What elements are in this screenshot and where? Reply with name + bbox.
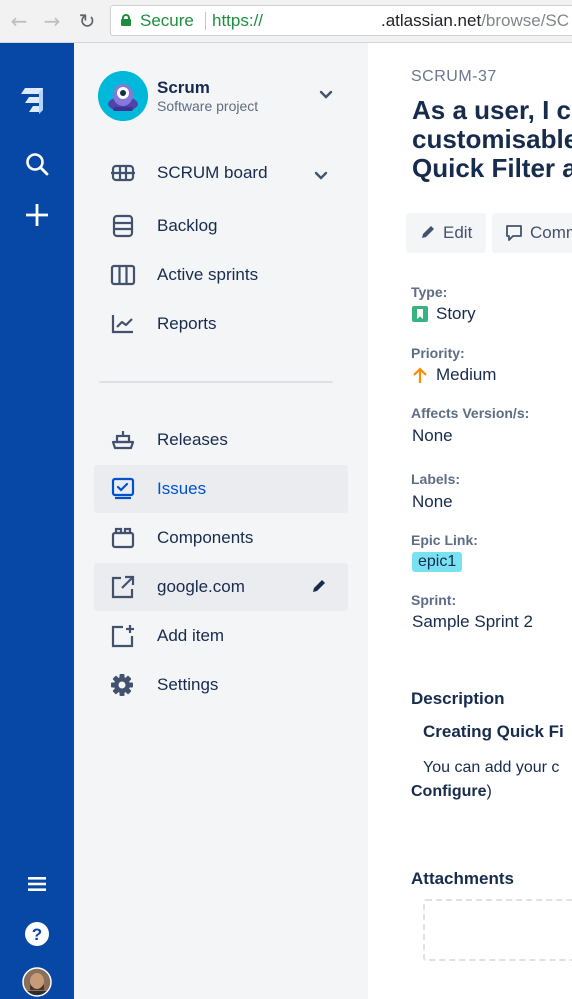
sidebar-item-backlog[interactable]: Backlog (94, 202, 348, 250)
svg-text:?: ? (32, 925, 42, 944)
sidebar-item-google-link[interactable]: google.com (94, 563, 348, 611)
comment-icon (505, 224, 523, 247)
comment-label: Comm (530, 223, 572, 242)
issue-title-line: Quick Filter a (412, 153, 572, 183)
affects-version-label: Affects Version/s: (411, 405, 530, 421)
settings-icon (110, 673, 136, 697)
description-heading: Description (411, 689, 505, 708)
search-icon[interactable] (0, 151, 74, 177)
sprint-label: Sprint: (411, 592, 457, 608)
sidebar-divider (99, 381, 333, 383)
type-value[interactable]: Story (412, 304, 476, 324)
sidebar-item-reports[interactable]: Reports (94, 300, 348, 348)
add-item-icon (110, 624, 136, 648)
priority-text: Medium (436, 365, 497, 384)
project-type: Software project (157, 98, 259, 114)
sidebar-item-label: Settings (157, 675, 219, 694)
sidebar-item-label: Add item (157, 626, 225, 645)
back-arrow-icon[interactable]: ← (7, 9, 31, 33)
issue-title-line: customisable (412, 124, 572, 154)
configure-link[interactable]: Configure (411, 783, 487, 800)
description-line: You can add your c (423, 759, 560, 776)
story-icon (412, 306, 428, 322)
sidebar-item-add-item[interactable]: Add item (94, 612, 348, 660)
attachments-heading: Attachments (411, 869, 514, 888)
issue-title[interactable]: As a user, I c customisable Quick Filter… (412, 96, 572, 183)
project-sidebar: Scrum Software project SCRUM board Backl… (74, 43, 368, 999)
sidebar-item-label: Releases (157, 430, 228, 449)
backlog-icon (110, 214, 136, 238)
type-text: Story (436, 304, 476, 323)
description-line: Configure) (411, 780, 492, 804)
url-divider (205, 12, 206, 30)
sidebar-item-label: Components (157, 528, 254, 547)
sprint-value[interactable]: Sample Sprint 2 (412, 612, 533, 632)
issue-title-line: As a user, I c (412, 95, 571, 125)
labels-label: Labels: (411, 471, 461, 487)
sidebar-item-components[interactable]: Components (94, 514, 348, 562)
sidebar-item-scrum-board[interactable]: SCRUM board (94, 149, 348, 197)
pencil-icon[interactable] (310, 577, 328, 600)
description-subheading: Creating Quick Fi (423, 722, 564, 741)
secure-label: Secure (140, 11, 194, 30)
create-icon[interactable] (0, 202, 74, 228)
sidebar-item-active-sprints[interactable]: Active sprints (94, 251, 348, 299)
labels-value[interactable]: None (412, 492, 453, 512)
sidebar-item-issues[interactable]: Issues (94, 465, 348, 513)
sidebar-item-settings[interactable]: Settings (94, 661, 348, 709)
sidebar-item-label: Issues (157, 479, 207, 498)
issue-key[interactable]: SCRUM-37 (411, 68, 497, 86)
chevron-down-icon[interactable] (314, 168, 328, 186)
sidebar-item-label: Backlog (157, 216, 218, 235)
sidebar-item-label: SCRUM board (157, 163, 268, 182)
affects-version-value[interactable]: None (412, 426, 453, 446)
edit-button[interactable]: Edit (406, 213, 486, 253)
sidebar-item-label: Active sprints (157, 265, 259, 284)
lock-icon (121, 14, 131, 26)
priority-value[interactable]: Medium (412, 365, 496, 385)
issues-icon (110, 477, 136, 501)
arrow-up-icon (412, 366, 428, 384)
sidebar-item-releases[interactable]: Releases (94, 416, 348, 464)
releases-icon (110, 428, 136, 452)
menu-icon[interactable] (0, 874, 74, 894)
forward-arrow-icon[interactable]: → (40, 9, 64, 33)
address-bar[interactable]: Secure https:// .atlassian.net/browse/SC (110, 5, 572, 36)
description-suffix: ) (486, 783, 492, 800)
chevron-down-icon[interactable] (319, 87, 333, 105)
epic-lozenge[interactable]: epic1 (412, 552, 463, 572)
priority-label: Priority: (411, 345, 465, 361)
type-label: Type: (411, 284, 448, 300)
jira-logo-icon[interactable] (19, 84, 53, 116)
edit-label: Edit (443, 223, 473, 242)
browser-toolbar: ← → ↻ Secure https:// .atlassian.net/bro… (0, 0, 572, 43)
url-path: /browse/SC (481, 11, 570, 30)
sidebar-item-label: Reports (157, 314, 217, 333)
pencil-icon (420, 224, 436, 245)
issue-view: SCRUM-37 As a user, I c customisable Qui… (368, 43, 572, 999)
sidebar-item-label: google.com (157, 577, 245, 596)
epic-link-label: Epic Link: (411, 532, 478, 548)
project-avatar[interactable] (98, 71, 148, 121)
url-domain: .atlassian.net (381, 11, 482, 30)
reload-icon[interactable]: ↻ (75, 9, 99, 33)
user-avatar[interactable] (0, 967, 74, 997)
project-name[interactable]: Scrum (157, 78, 210, 98)
board-icon (110, 161, 136, 185)
sprints-icon (110, 263, 136, 287)
url-host: .atlassian.net/browse/SC (381, 11, 569, 31)
epic-link-value[interactable]: epic1 (412, 552, 463, 572)
help-icon[interactable]: ? (0, 920, 74, 948)
global-sidebar: ? (0, 43, 74, 999)
comment-button[interactable]: Comm (492, 213, 572, 253)
reports-icon (110, 312, 136, 336)
external-link-icon (110, 575, 136, 599)
components-icon (110, 526, 136, 550)
url-scheme: https:// (212, 11, 264, 30)
attachments-dropzone[interactable] (423, 899, 572, 961)
